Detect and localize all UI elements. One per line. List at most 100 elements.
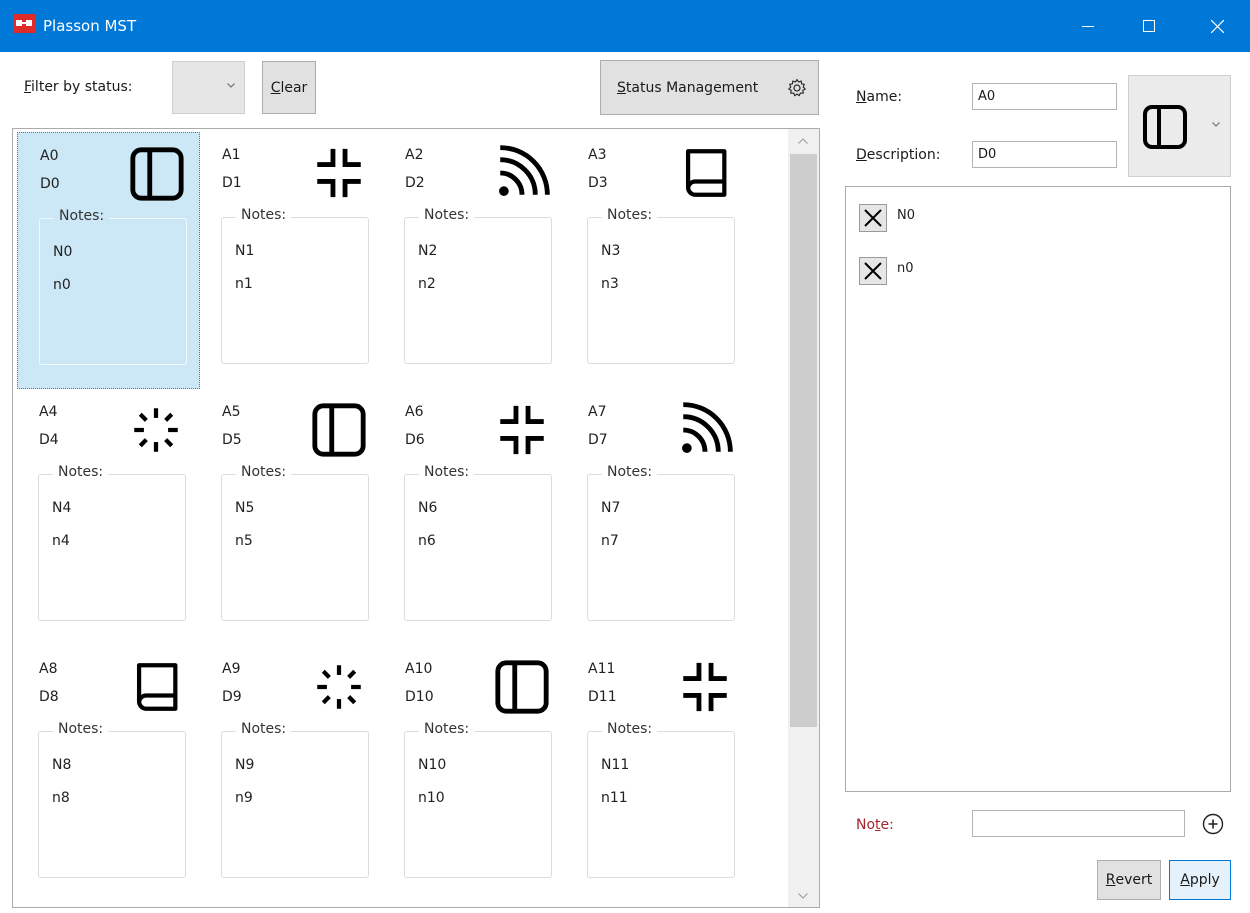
status-card[interactable]: A10 D10 Notes: N10 n10 — [383, 646, 566, 903]
apply-button[interactable]: Apply — [1169, 860, 1231, 900]
card-notes-box: Notes: N0 n0 — [39, 208, 187, 365]
card-note: n0 — [53, 277, 71, 293]
collapse-icon — [317, 148, 361, 198]
card-note: N11 — [601, 757, 630, 773]
note-label: Note: — [856, 817, 894, 833]
status-card[interactable]: A2 D2 Notes: N2 n2 — [383, 132, 566, 389]
card-notes-label: Notes: — [236, 207, 292, 223]
note-text: N0 — [897, 208, 915, 223]
status-card[interactable]: A4 D4 Notes: N4 n4 — [17, 389, 200, 646]
chevron-down-icon — [227, 83, 235, 88]
scrollbar-thumb[interactable] — [790, 154, 817, 727]
status-card-list[interactable]: A0 D0 Notes: N0 n0 A1 D1 Notes: N1 n1 A2 D2 Notes: N2… — [12, 128, 820, 908]
card-notes-label: Notes: — [236, 464, 292, 480]
minimize-icon — [1082, 26, 1094, 27]
card-name: A2 — [405, 147, 424, 163]
card-name: A3 — [588, 147, 607, 163]
card-notes-label: Notes: — [54, 208, 110, 224]
card-notes-box: Notes: N11 n11 — [587, 721, 735, 878]
book-icon — [685, 149, 727, 197]
description-input[interactable] — [972, 141, 1117, 168]
status-card[interactable]: A8 D8 Notes: N8 n8 — [17, 646, 200, 903]
card-name: A4 — [39, 404, 58, 420]
book-icon — [136, 663, 178, 711]
status-card[interactable]: A5 D5 Notes: N5 n5 — [200, 389, 383, 646]
card-description: D10 — [405, 689, 434, 705]
status-card[interactable]: A3 D3 Notes: N3 n3 — [566, 132, 749, 389]
card-note: n11 — [601, 790, 628, 806]
close-icon — [864, 262, 882, 280]
card-note: n2 — [418, 276, 436, 292]
minimize-button[interactable] — [1065, 0, 1111, 52]
card-note: n10 — [418, 790, 445, 806]
card-notes-box: Notes: N1 n1 — [221, 207, 369, 364]
name-label: Name: — [856, 89, 903, 105]
clear-button[interactable]: Clear — [262, 61, 316, 114]
card-notes-label: Notes: — [53, 721, 109, 737]
description-label: Description: — [856, 147, 941, 163]
card-description: D8 — [39, 689, 59, 705]
status-card[interactable]: A6 D6 Notes: N6 n6 — [383, 389, 566, 646]
card-notes-box: Notes: N9 n9 — [221, 721, 369, 878]
card-description: D0 — [40, 176, 60, 192]
vertical-scrollbar[interactable] — [788, 129, 819, 907]
close-icon — [1210, 19, 1224, 33]
window-title: Plasson MST — [43, 17, 137, 35]
card-notes-label: Notes: — [419, 721, 475, 737]
close-button[interactable] — [1194, 0, 1240, 52]
card-notes-label: Notes: — [602, 464, 658, 480]
card-note: n5 — [235, 533, 253, 549]
card-name: A0 — [40, 148, 59, 164]
panel-icon — [1143, 105, 1187, 149]
card-name: A9 — [222, 661, 241, 677]
revert-button[interactable]: Revert — [1097, 860, 1161, 900]
card-note: n9 — [235, 790, 253, 806]
delete-note-button[interactable] — [859, 257, 887, 285]
card-description: D6 — [405, 432, 425, 448]
status-card[interactable]: A11 D11 Notes: N11 n11 — [566, 646, 749, 903]
status-card[interactable]: A9 D9 Notes: N9 n9 — [200, 646, 383, 903]
card-note: N5 — [235, 500, 255, 516]
delete-note-button[interactable] — [859, 204, 887, 232]
scroll-down-icon[interactable] — [798, 893, 808, 899]
feed-icon — [682, 402, 733, 453]
add-circle-icon — [1202, 813, 1223, 834]
maximize-button[interactable] — [1126, 0, 1172, 52]
status-card[interactable]: A1 D1 Notes: N1 n1 — [200, 132, 383, 389]
card-name: A7 — [588, 404, 607, 420]
note-input[interactable] — [972, 810, 1185, 837]
card-notes-label: Notes: — [419, 207, 475, 223]
status-management-button[interactable]: Status Management — [600, 60, 819, 115]
card-note: N1 — [235, 243, 255, 259]
icon-picker-combobox[interactable] — [1128, 75, 1231, 177]
status-card[interactable]: A0 D0 Notes: N0 n0 — [17, 132, 200, 389]
name-input[interactable] — [972, 83, 1117, 110]
card-note: N9 — [235, 757, 255, 773]
panel-icon — [130, 147, 184, 201]
notes-list[interactable]: N0 n0 — [845, 186, 1231, 792]
card-note: N6 — [418, 500, 438, 516]
card-name: A11 — [588, 661, 616, 677]
panel-icon — [495, 660, 549, 714]
scroll-up-icon[interactable] — [798, 138, 808, 144]
note-text: n0 — [897, 261, 914, 276]
card-note: n4 — [52, 533, 70, 549]
card-notes-box: Notes: N5 n5 — [221, 464, 369, 621]
status-card[interactable]: A7 D7 Notes: N7 n7 — [566, 389, 749, 646]
card-name: A1 — [222, 147, 241, 163]
card-description: D1 — [222, 175, 242, 191]
collapse-icon — [683, 662, 727, 712]
add-note-button[interactable] — [1198, 809, 1227, 838]
card-name: A6 — [405, 404, 424, 420]
card-notes-box: Notes: N3 n3 — [587, 207, 735, 364]
feed-icon — [499, 145, 550, 196]
card-notes-box: Notes: N7 n7 — [587, 464, 735, 621]
card-note: N3 — [601, 243, 621, 259]
card-note: n8 — [52, 790, 70, 806]
panel-icon — [312, 403, 366, 457]
card-note: N2 — [418, 243, 438, 259]
card-note: n3 — [601, 276, 619, 292]
status-filter-combobox[interactable] — [172, 61, 245, 114]
card-notes-label: Notes: — [602, 721, 658, 737]
loading-icon — [317, 665, 361, 709]
